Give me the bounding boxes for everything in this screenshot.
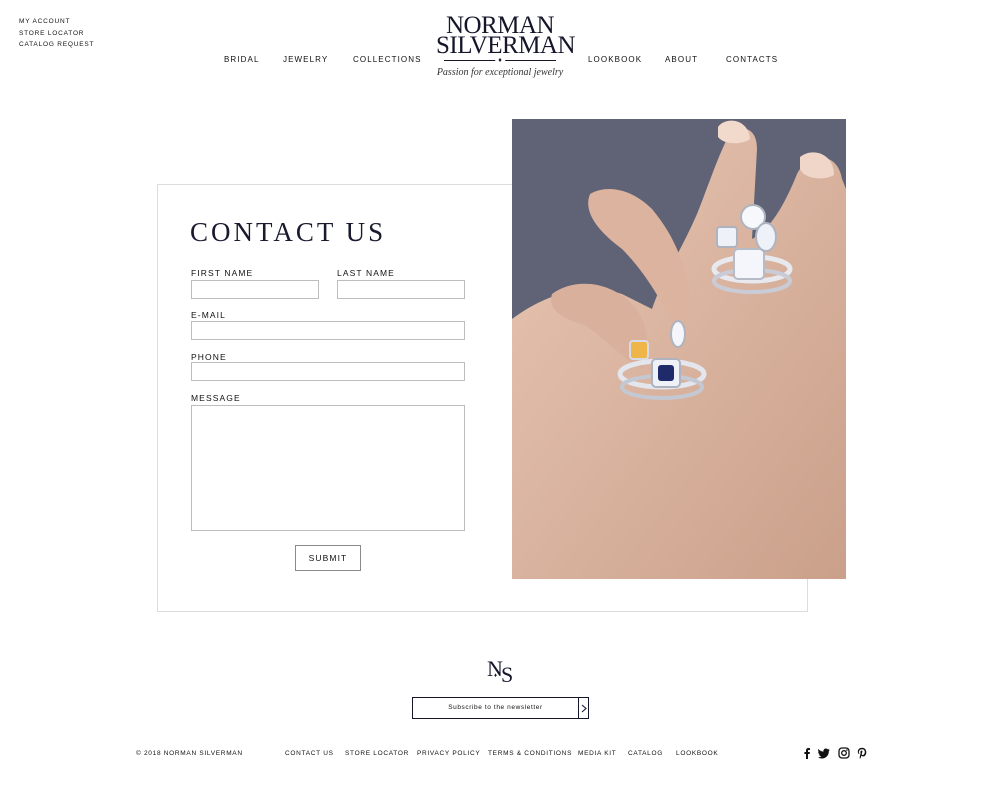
pinterest-icon[interactable] xyxy=(856,747,868,759)
submit-button[interactable]: SUBMIT xyxy=(295,545,361,571)
last-name-field[interactable] xyxy=(337,280,465,299)
newsletter-label: Subscribe to the newsletter xyxy=(448,704,543,711)
nav-jewelry[interactable]: JEWELRY xyxy=(283,55,328,64)
instagram-icon[interactable] xyxy=(838,747,850,759)
nav-lookbook[interactable]: LOOKBOOK xyxy=(588,55,642,64)
diamond-icon: ♦ xyxy=(494,673,498,679)
logo-rule: ♦ xyxy=(444,57,556,65)
hand-rings-illustration xyxy=(512,119,846,579)
email-field[interactable] xyxy=(191,321,465,340)
footer-contact-us-link[interactable]: CONTACT US xyxy=(285,750,334,757)
facebook-icon[interactable] xyxy=(801,747,813,759)
footer-media-kit-link[interactable]: MEDIA KIT xyxy=(578,750,616,757)
logo-tagline: Passion for exceptional jewelry xyxy=(436,67,564,78)
nav-bridal[interactable]: BRIDAL xyxy=(224,55,260,64)
last-name-label: LAST NAME xyxy=(337,268,395,278)
logo-line-2: SILVERMAN xyxy=(436,32,576,59)
first-name-field[interactable] xyxy=(191,280,319,299)
nav-about[interactable]: ABOUT xyxy=(665,55,698,64)
contact-us-heading: CONTACT US xyxy=(190,217,387,247)
phone-field[interactable] xyxy=(191,362,465,381)
catalog-request-link[interactable]: CATALOG REQUEST xyxy=(19,39,94,51)
first-name-label: FIRST NAME xyxy=(191,268,254,278)
newsletter-subscribe-button[interactable]: Subscribe to the newsletter xyxy=(412,697,589,719)
footer-privacy-policy-link[interactable]: PRIVACY POLICY xyxy=(417,750,480,757)
store-locator-link[interactable]: STORE LOCATOR xyxy=(19,28,94,40)
twitter-icon[interactable] xyxy=(818,747,830,759)
footer-lookbook-link[interactable]: LOOKBOOK xyxy=(676,750,718,757)
nav-collections[interactable]: COLLECTIONS xyxy=(353,55,422,64)
my-account-link[interactable]: MY ACCOUNT xyxy=(19,16,94,28)
hand-with-rings-photo xyxy=(512,119,846,579)
diamond-icon: ♦ xyxy=(495,57,505,64)
nav-contacts[interactable]: CONTACTS xyxy=(726,55,778,64)
message-field[interactable] xyxy=(191,405,465,531)
footer-catalog-link[interactable]: CATALOG xyxy=(628,750,663,757)
chevron-right-icon[interactable] xyxy=(578,698,588,718)
message-label: MESSAGE xyxy=(191,393,241,403)
footer-store-locator-link[interactable]: STORE LOCATOR xyxy=(345,750,409,757)
copyright-text: © 2018 NORMAN SILVERMAN xyxy=(136,750,243,757)
utility-links: MY ACCOUNT STORE LOCATOR CATALOG REQUEST xyxy=(19,16,94,51)
ns-monogram-logo: N S ♦ xyxy=(486,656,516,687)
monogram-s: S xyxy=(501,662,514,687)
email-label: E-MAIL xyxy=(191,310,226,320)
footer-terms-link[interactable]: TERMS & CONDITIONS xyxy=(488,750,572,757)
phone-label: PHONE xyxy=(191,352,227,362)
brand-logo[interactable]: NORMAN SILVERMAN ♦ Passion for exception… xyxy=(436,13,576,78)
